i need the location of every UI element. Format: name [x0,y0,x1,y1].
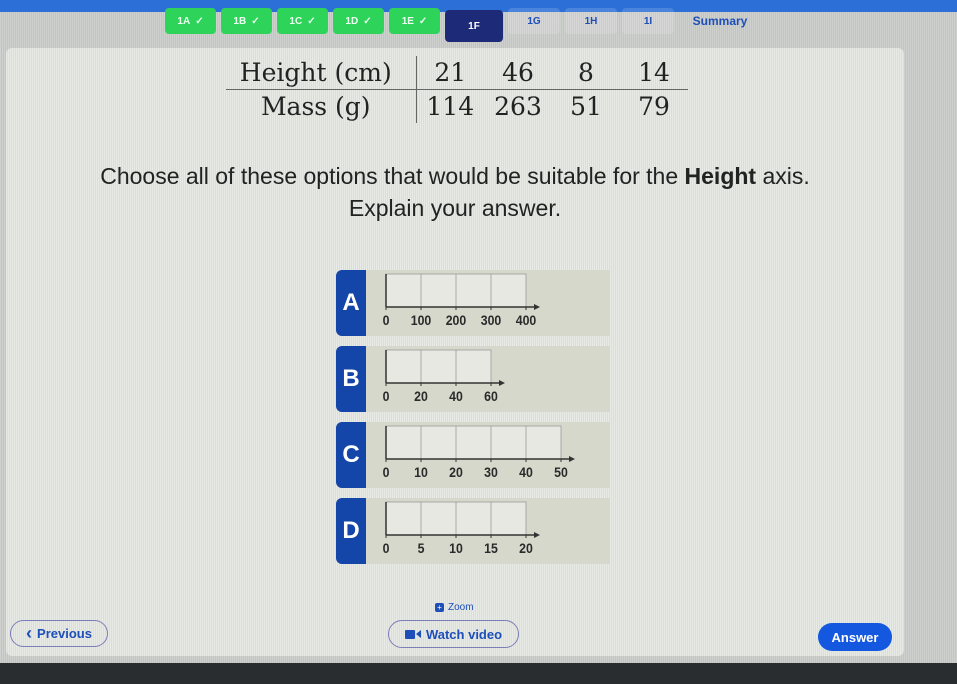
axis-figure: 0 20 40 60 [366,346,610,412]
tick-label: 0 [383,312,390,328]
tab-1h[interactable]: 1H [565,8,617,34]
axis-arrow-icon [534,304,540,310]
tick-label: 0 [383,540,390,556]
tab-label: 1I [643,15,653,27]
mass-value: 79 [638,92,670,121]
question-part2: axis. [756,163,810,189]
tick-label: 20 [449,464,463,480]
tick-label: 30 [484,464,498,480]
tab-1f[interactable]: 1F [445,10,503,42]
question-line2: Explain your answer. [348,195,562,221]
zoom-label: Zoom [448,602,474,613]
zoom-icon: + [435,603,444,612]
axis-figure: 0 100 200 300 400 [366,270,610,336]
tick-label: 0 [383,464,390,480]
tab-label: 1F [468,20,480,32]
axis-arrow-icon [534,532,540,538]
tick-label: 40 [449,388,463,404]
option-letter: B [336,346,366,412]
height-value: 46 [484,56,552,90]
checkmark-icon: ✓ [195,15,204,27]
axis-arrow-icon [499,380,505,386]
tick-label: 100 [411,312,432,328]
bottom-bar [0,663,957,684]
tab-label: Summary [692,14,748,28]
tick-label: 5 [418,540,425,556]
previous-button[interactable]: ‹ Previous [10,620,108,647]
tab-1e[interactable]: 1E ✓ [389,8,440,34]
answer-button[interactable]: Answer [818,623,892,651]
tab-1b[interactable]: 1B ✓ [221,8,272,34]
axis-arrow-icon [569,456,575,462]
table-row-height: Height (cm) 21 46 8 14 [226,56,688,90]
grid-box [385,425,562,460]
mass-value: 51 [570,92,602,121]
height-value: 21 [416,56,484,90]
checkmark-icon: ✓ [418,15,428,27]
question-panel: Height (cm) 21 46 8 14 Mass (g) 114 263 … [6,48,904,656]
height-value: 8 [552,56,620,90]
tab-summary[interactable]: Summary [679,8,761,34]
option-letter: D [336,498,366,564]
axis-figure: 0 5 10 15 20 [366,498,610,564]
tab-1i[interactable]: 1I [622,8,674,34]
row-label-height: Height (cm) [226,56,417,90]
checkmark-icon: ✓ [251,15,260,27]
data-table: Height (cm) 21 46 8 14 Mass (g) 114 263 … [226,56,688,123]
tick-label: 0 [383,388,390,404]
answer-label: Answer [831,629,879,645]
axis-figure: 0 10 20 30 40 50 [366,422,610,488]
tick-label: 60 [484,388,498,404]
height-value: 14 [620,56,688,90]
option-a[interactable]: A 0 100 200 300 400 [336,270,610,337]
row-label-mass: Mass (g) [226,89,417,123]
mass-value: 114 [426,92,475,121]
option-c[interactable]: C 0 10 20 30 40 50 [336,422,610,489]
checkmark-icon: ✓ [307,15,316,27]
watch-video-button[interactable]: Watch video [388,620,519,648]
tick-label: 40 [519,464,533,480]
tick-label: 15 [484,540,498,556]
tick-label: 20 [519,540,533,556]
tick-label: 50 [554,464,568,480]
question-tabs: 1A ✓ 1B ✓ 1C ✓ 1D ✓ 1E ✓ 1F 1G 1H 1I Summary [165,8,761,42]
video-camera-icon [404,629,421,639]
option-letter: A [336,270,366,336]
tick-label: 400 [516,312,537,328]
tab-label: 1D [345,15,359,27]
table-row-mass: Mass (g) 114 263 51 79 [226,89,688,123]
option-letter: C [336,422,366,488]
tab-label: 1E [401,15,414,27]
question-part1: Choose all of these options that would b… [100,163,685,189]
tab-label: 1G [527,15,541,27]
option-d[interactable]: D 0 5 10 15 20 [336,498,610,565]
tab-1g[interactable]: 1G [508,8,560,34]
tick-label: 200 [446,312,467,328]
tick-label: 300 [481,312,502,328]
checkmark-icon: ✓ [363,15,372,27]
tab-1a[interactable]: 1A ✓ [165,8,216,34]
tab-label: 1C [289,15,303,27]
tab-label: 1B [233,15,247,27]
tab-1d[interactable]: 1D ✓ [333,8,384,34]
mass-value: 263 [494,92,542,121]
chevron-left-icon: ‹ [26,623,33,643]
watch-video-label: Watch video [425,626,503,642]
tick-label: 10 [414,464,428,480]
question-text: Choose all of these options that would b… [6,160,904,224]
tab-label: 1H [584,15,598,27]
question-bold: Height [684,163,757,189]
grid-box [385,349,492,384]
tick-label: 10 [449,540,463,556]
tab-1c[interactable]: 1C ✓ [277,8,328,34]
tab-label: 1A [177,15,191,27]
previous-label: Previous [37,626,92,641]
tick-label: 20 [414,388,428,404]
option-b[interactable]: B 0 20 40 60 [336,346,610,413]
zoom-link[interactable]: + Zoom [435,602,474,613]
